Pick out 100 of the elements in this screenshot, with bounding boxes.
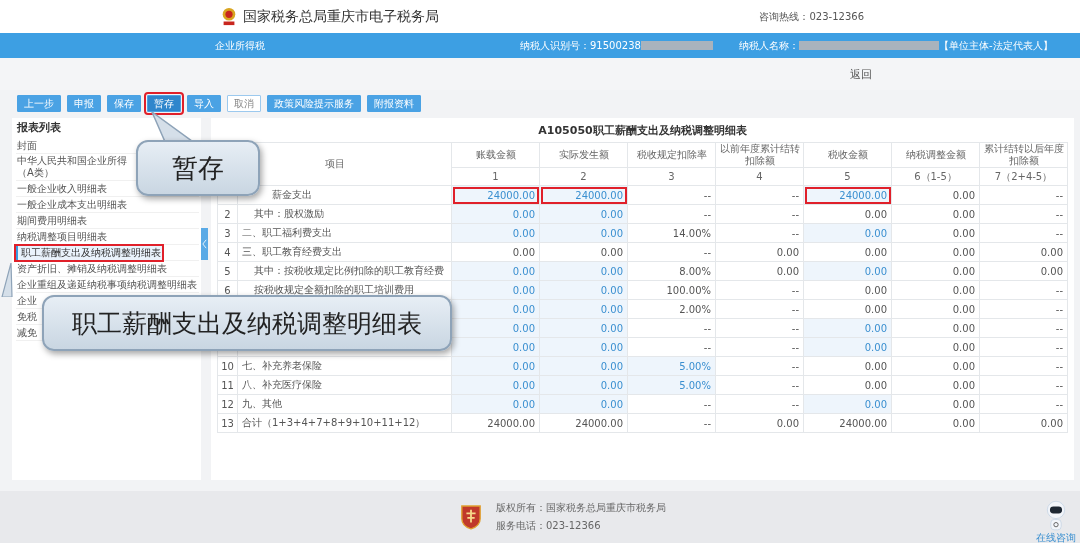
row-label: 三、职工教育经费支出 — [242, 246, 342, 257]
table-cell: -- — [627, 185, 716, 205]
column-header: 纳税调整金额 — [891, 142, 980, 168]
table-cell: 14.00% — [627, 223, 716, 243]
column-index: 6（1-5） — [891, 167, 980, 186]
table-cell: 0.00 — [891, 299, 980, 319]
column-index: 3 — [627, 167, 716, 186]
sidebar-item[interactable]: 封面 — [16, 138, 38, 153]
row-label: 其中：按税收规定比例扣除的职工教育经费 — [254, 265, 444, 276]
table-cell: 0.00 — [891, 204, 980, 224]
toolbar-button[interactable]: 保存 — [107, 95, 141, 112]
table-cell: -- — [715, 280, 804, 300]
table-cell: 0.00 — [539, 242, 628, 262]
emblem-icon — [220, 6, 238, 27]
toolbar-button[interactable]: 导入 — [187, 95, 221, 112]
table-cell: 0.00 — [451, 242, 540, 262]
table-cell: -- — [627, 413, 716, 433]
table-cell: -- — [979, 204, 1068, 224]
table-cell: 100.00% — [627, 280, 716, 300]
toolbar-button[interactable]: 政策风险提示服务 — [267, 95, 361, 112]
column-header: 实际发生额 — [539, 142, 628, 168]
sidebar-item[interactable]: 期间费用明细表 — [16, 213, 88, 228]
row-number: 3 — [224, 227, 231, 239]
sidebar-item[interactable]: 一般企业收入明细表 — [16, 181, 108, 196]
emblem-icon — [460, 504, 482, 530]
sidebar-item[interactable]: 纳税调整项目明细表 — [16, 229, 108, 244]
sidebar-title: 报表列表 — [16, 120, 61, 136]
table-cell: -- — [715, 223, 804, 243]
table-cell: -- — [979, 299, 1068, 319]
toolbar-button[interactable]: 暂存 — [147, 95, 181, 112]
row-number: 11 — [221, 379, 234, 391]
table-cell: -- — [627, 337, 716, 357]
assistant-label[interactable]: 在线咨询 — [1036, 532, 1076, 543]
column-index: 4 — [715, 167, 804, 186]
table-cell: 0.00 — [891, 413, 980, 433]
row-label: 九、其他 — [242, 398, 282, 409]
toolbar-button[interactable]: 取消 — [227, 95, 261, 112]
column-header: 累计结转以后年度扣除额 — [979, 142, 1068, 168]
table-cell: 0.00 — [979, 413, 1068, 433]
callout: 职工薪酬支出及纳税调整明细表 — [42, 295, 452, 351]
toolbar-button[interactable]: 上一步 — [17, 95, 61, 112]
table-cell: 0.00 — [803, 242, 892, 262]
toolbar-button[interactable]: 附报资料 — [367, 95, 421, 112]
table-cell: 0.00 — [803, 375, 892, 395]
column-header: 账载金额 — [451, 142, 540, 168]
table-cell: 0.00 — [803, 299, 892, 319]
table-cell: -- — [715, 299, 804, 319]
table-cell: 2.00% — [627, 299, 716, 319]
back-link[interactable]: 返回 — [850, 66, 872, 82]
table-cell: 24000.00 — [451, 413, 540, 433]
tax-type-label: 企业所得税 — [215, 38, 265, 53]
table-cell: 0.00 — [803, 356, 892, 376]
table-cell: 24000.00 — [539, 413, 628, 433]
form-title: A105050职工薪酬支出及纳税调整明细表 — [537, 123, 748, 139]
sidebar-item[interactable]: 中华人民共和国企业所得 （A类） — [16, 154, 128, 180]
row-label: 按税收规定全额扣除的职工培训费用 — [254, 284, 414, 295]
table-cell: -- — [979, 356, 1068, 376]
toolbar-button[interactable]: 申报 — [67, 95, 101, 112]
table-cell: -- — [627, 318, 716, 338]
table-cell: 0.00 — [715, 413, 804, 433]
row-label: 八、补充医疗保险 — [242, 379, 322, 390]
table-cell: -- — [979, 280, 1068, 300]
sidebar-item[interactable]: 职工薪酬支出及纳税调整明细表 — [16, 245, 162, 260]
sidebar-item[interactable]: 减免 — [16, 325, 38, 340]
table-cell: -- — [715, 356, 804, 376]
phone-text: 服务电话：023-12366 — [496, 519, 602, 533]
table-cell: 0.00 — [891, 318, 980, 338]
row-label: 合计（1+3+4+7+8+9+10+11+12） — [242, 417, 426, 428]
table-cell: 0.00 — [803, 204, 892, 224]
callout: 暂存 — [136, 140, 260, 196]
column-header: 以前年度累计结转扣除额 — [715, 142, 804, 168]
sidebar-item[interactable]: 企业 — [16, 293, 38, 308]
column-index: 2 — [539, 167, 628, 186]
table-cell: 0.00 — [891, 337, 980, 357]
column-index: 1 — [451, 167, 540, 186]
sidebar-item[interactable]: 免税 — [16, 309, 38, 324]
table-cell: 24000.00 — [803, 413, 892, 433]
copyright-text: 版权所有：国家税务总局重庆市税务局 — [496, 501, 666, 515]
column-index: 5 — [803, 167, 892, 186]
row-label: 七、补充养老保险 — [242, 360, 322, 371]
column-header: 税收规定扣除率 — [627, 142, 716, 168]
sidebar-item[interactable]: 一般企业成本支出明细表 — [16, 197, 128, 212]
table-cell: 0.00 — [891, 223, 980, 243]
table-cell: -- — [979, 394, 1068, 414]
sidebar-item[interactable]: 资产折旧、摊销及纳税调整明细表 — [16, 261, 168, 276]
collapse-handle[interactable] — [201, 228, 208, 260]
table-cell: 0.00 — [803, 280, 892, 300]
row-number: 10 — [221, 360, 234, 372]
row-label: 薪金支出 — [272, 189, 312, 200]
table-cell: -- — [627, 242, 716, 262]
table-cell: 8.00% — [627, 261, 716, 281]
hotline-text: 咨询热线：023-12366 — [759, 9, 864, 24]
table-cell: -- — [715, 394, 804, 414]
taxpayer-name-label: 纳税人名称： — [738, 38, 799, 53]
row-number: 4 — [224, 246, 231, 258]
table-cell: 0.00 — [979, 261, 1068, 281]
table-cell: 0.00 — [891, 242, 980, 262]
table-cell: 0.00 — [715, 242, 804, 262]
table-cell: -- — [979, 318, 1068, 338]
sidebar-item[interactable]: 企业重组及递延纳税事项纳税调整明细表 — [16, 277, 198, 292]
